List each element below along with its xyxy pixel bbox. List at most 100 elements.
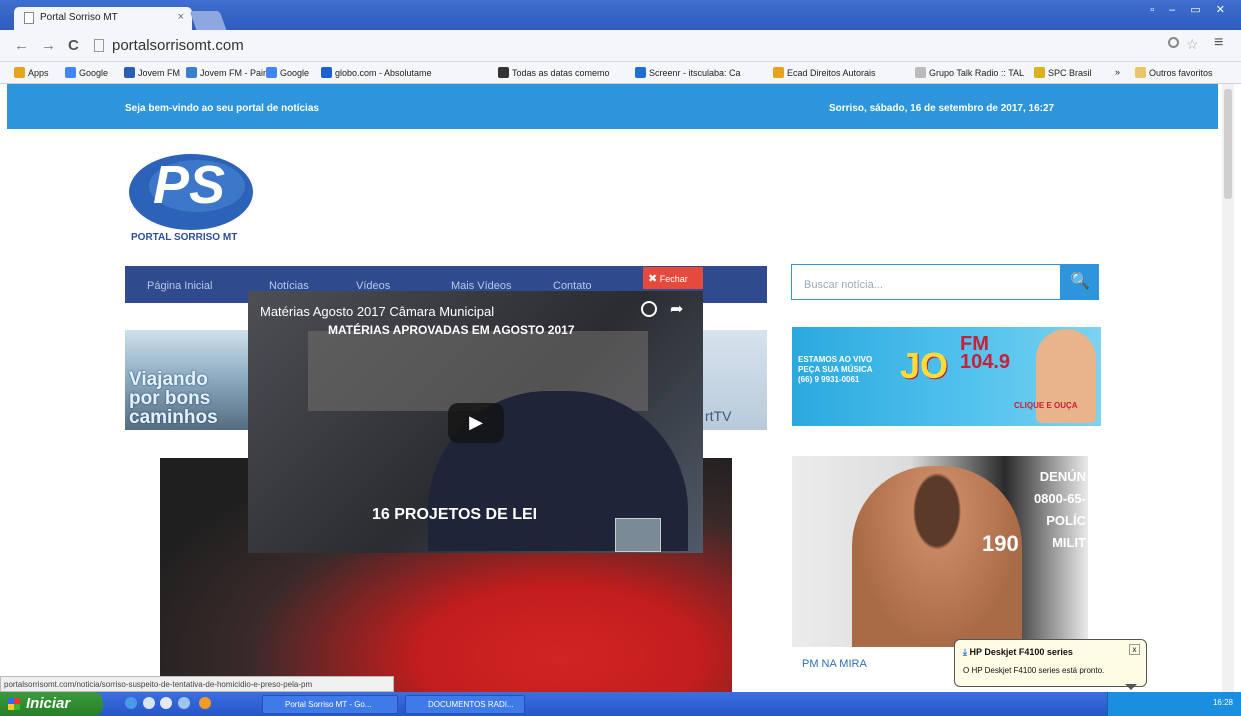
logo-letters: PS [153, 155, 226, 215]
browser-tab[interactable]: Portal Sorriso MT × [14, 7, 192, 30]
bookmarks-overflow-icon[interactable]: » [1115, 67, 1120, 77]
bookmark-label: Ecad Direitos Autorais [787, 67, 876, 78]
bookmark-item[interactable]: Grupo Talk Radio :: TAL [915, 67, 1024, 78]
search-input[interactable]: Buscar notícia... [791, 264, 1061, 300]
news-image-suspect[interactable]: DENÚN 0800-65- POLÍC MILIT 190 [792, 456, 1088, 647]
search-icon: 🔍 [1070, 273, 1090, 290]
tv-ad-banner[interactable]: rtTV [703, 330, 767, 430]
back-icon[interactable]: ← [14, 37, 29, 54]
travel-ad-banner[interactable]: Viajando por bons caminhos [125, 330, 248, 430]
close-video-label: Fechar [659, 274, 688, 284]
share-icon[interactable]: ➦ [670, 299, 683, 319]
reload-icon[interactable]: C [68, 37, 79, 54]
url-input[interactable]: portalsorrisomt.com [94, 36, 1204, 58]
date-time: Sorriso, sábado, 16 de setembro de 2017,… [829, 103, 1055, 114]
bookmark-item[interactable]: Google [266, 67, 309, 78]
search-button[interactable]: 🔍 [1061, 264, 1099, 300]
bookmark-item[interactable]: Jovem FM - Painel [186, 67, 275, 78]
bookmark-icon [773, 67, 784, 78]
new-tab-button[interactable] [189, 11, 227, 30]
sign-language-inset [615, 518, 661, 552]
notification-close-icon[interactable]: x [1129, 644, 1140, 655]
radio-ad-brand: JO [900, 345, 949, 386]
close-video-button[interactable]: ✖ Fechar [643, 267, 703, 289]
tab-close-icon[interactable]: × [178, 11, 184, 23]
window-controls[interactable]: ▫ ‒ ▭ ✕ [1150, 3, 1231, 16]
firefox-icon[interactable] [199, 697, 211, 709]
system-tray[interactable]: 16:28 [1107, 692, 1241, 716]
close-icon: ✖ [648, 273, 658, 285]
bookmark-icon [915, 67, 926, 78]
chrome-icon[interactable] [143, 697, 155, 709]
menu-item-home[interactable]: Página Inicial [147, 280, 212, 292]
bookmark-item[interactable]: SPC Brasil [1034, 67, 1092, 78]
watch-later-icon[interactable] [641, 301, 657, 317]
other-bookmarks[interactable]: Outros favoritos [1135, 67, 1213, 78]
bookmark-label: Google [280, 67, 310, 78]
bookmark-label: Apps [28, 67, 49, 78]
bookmark-label: globo.com - Absolutame [335, 67, 432, 78]
bookmarks-bar: Apps Google Jovem FM Jovem FM - Painel Googl… [0, 62, 1241, 84]
bookmark-icon [65, 67, 76, 78]
bookmark-icon [186, 67, 197, 78]
clock: 16:28 [1212, 698, 1233, 707]
page-icon [94, 39, 104, 52]
bookmark-item[interactable]: globo.com - Absolutame [321, 67, 432, 78]
explorer-icon[interactable] [160, 697, 172, 709]
folder-icon [1135, 67, 1146, 78]
bookmark-icon [498, 67, 509, 78]
desktop-icon[interactable] [178, 697, 190, 709]
ie-icon[interactable] [125, 697, 137, 709]
page-scrollbar[interactable] [1222, 84, 1234, 692]
bookmark-icon [266, 67, 277, 78]
windows-logo-icon [8, 698, 20, 710]
bookmark-item[interactable]: Ecad Direitos Autorais [773, 67, 876, 78]
site-top-band: Seja bem-vindo ao seu portal de notícias… [7, 84, 1218, 129]
notification-title: HP Deskjet F4100 series [969, 647, 1073, 657]
bookmark-label: Jovem FM - Painel [200, 67, 276, 78]
play-button[interactable]: ▶ [448, 403, 504, 443]
notification-message: O HP Deskjet F4100 series está pronto. [963, 666, 1105, 675]
menu-icon[interactable]: ≡ [1214, 34, 1223, 52]
other-bookmarks-label: Outros favoritos [1149, 67, 1213, 78]
site-logo[interactable]: PS PORTAL SORRISO MT [127, 152, 257, 244]
video-subtitle: MATÉRIAS APROVADAS EM AGOSTO 2017 [328, 323, 575, 337]
bookmark-icon [321, 67, 332, 78]
bookmark-item[interactable]: Todas as datas comemo [498, 67, 610, 78]
bookmark-icon [124, 67, 135, 78]
printer-notification[interactable]: ⤓ HP Deskjet F4100 series O HP Deskjet F… [954, 639, 1147, 690]
taskbar-item-documents[interactable]: DOCUMENTOS RADI... [405, 695, 525, 714]
bookmark-icon [1034, 67, 1045, 78]
radio-ad-cta: CLIQUE E OUÇA [1014, 401, 1078, 410]
news-link-pm-na-mira[interactable]: PM NA MIRA [802, 658, 867, 670]
url-text: portalsorrisomt.com [112, 37, 244, 54]
bookmark-label: Screenr - itsculaba: Ca [649, 67, 741, 78]
tab-title: Portal Sorriso MT [40, 12, 118, 23]
radio-ad-live-text: ESTAMOS AO VIVO PEÇA SUA MÚSICA (66) 9 9… [798, 355, 873, 384]
start-label: Iniciar [26, 695, 71, 712]
bookmark-label: Google [79, 67, 109, 78]
start-button[interactable]: Iniciar [0, 692, 103, 716]
welcome-text: Seja bem-vindo ao seu portal de notícias [125, 103, 319, 114]
police-wall-number: 190 [982, 531, 1019, 556]
bookmark-label: Grupo Talk Radio :: TAL [929, 67, 1025, 78]
bookmark-label: Jovem FM [138, 67, 181, 78]
logo-text: PORTAL SORRISO MT [131, 232, 238, 243]
tv-ad-text: rtTV [705, 408, 732, 424]
police-wall-text: DENÚN 0800-65- POLÍC MILIT [1033, 469, 1086, 550]
bookmark-item[interactable]: Screenr - itsculaba: Ca [635, 67, 741, 78]
bookmark-label: SPC Brasil [1048, 67, 1092, 78]
video-title[interactable]: Matérias Agosto 2017 Câmara Municipal [260, 304, 494, 319]
radio-ad-frequency: FM 104.9 [960, 333, 1011, 373]
bookmark-label: Todas as datas comemo [512, 67, 610, 78]
taskbar-item-browser[interactable]: Portal Sorriso MT - Go... [262, 695, 398, 714]
travel-ad-text: Viajando por bons caminhos [129, 369, 218, 428]
bookmark-item[interactable]: Jovem FM [124, 67, 180, 78]
forward-icon[interactable]: → [41, 37, 56, 54]
bookmark-icon [635, 67, 646, 78]
radio-ad-banner[interactable]: ESTAMOS AO VIVO PEÇA SUA MÚSICA (66) 9 9… [792, 327, 1101, 426]
bookmark-item[interactable]: Google [65, 67, 108, 78]
bookmark-icon [14, 67, 25, 78]
video-player[interactable]: Matérias Agosto 2017 Câmara Municipal MA… [248, 291, 703, 553]
bookmark-item[interactable]: Apps [14, 67, 49, 78]
